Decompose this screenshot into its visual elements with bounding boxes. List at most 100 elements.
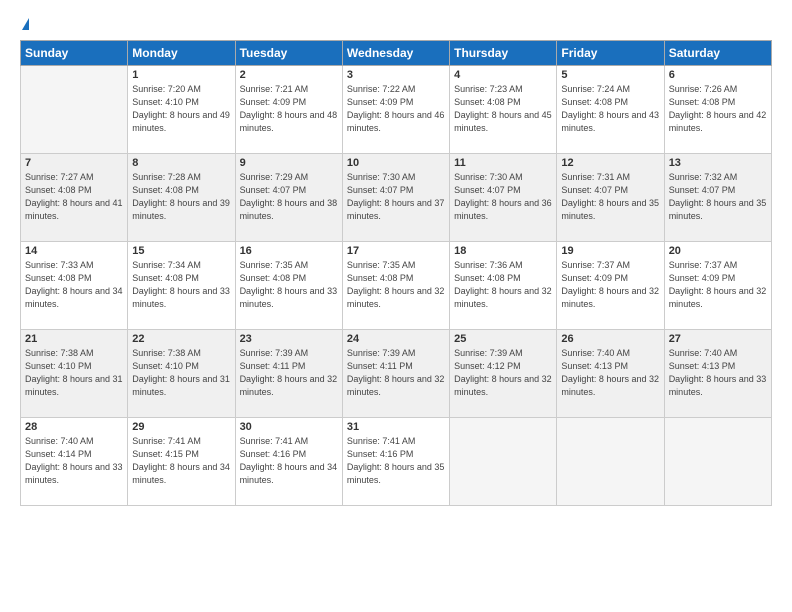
day-info: Sunrise: 7:40 AMSunset: 4:13 PMDaylight:… [669, 347, 767, 399]
logo-triangle-icon [22, 18, 29, 30]
page: SundayMondayTuesdayWednesdayThursdayFrid… [0, 0, 792, 612]
day-info: Sunrise: 7:41 AMSunset: 4:16 PMDaylight:… [347, 435, 445, 487]
weekday-header-wednesday: Wednesday [342, 41, 449, 66]
day-number: 5 [561, 69, 659, 81]
day-number: 2 [240, 69, 338, 81]
day-info: Sunrise: 7:37 AMSunset: 4:09 PMDaylight:… [561, 259, 659, 311]
day-number: 11 [454, 157, 552, 169]
day-number: 7 [25, 157, 123, 169]
calendar-day-cell: 8 Sunrise: 7:28 AMSunset: 4:08 PMDaylight… [128, 154, 235, 242]
day-number: 27 [669, 333, 767, 345]
calendar-day-cell: 23 Sunrise: 7:39 AMSunset: 4:11 PMDayligh… [235, 330, 342, 418]
calendar-day-cell [450, 418, 557, 506]
day-info: Sunrise: 7:26 AMSunset: 4:08 PMDaylight:… [669, 83, 767, 135]
calendar-day-cell: 17Sunrise: 7:35 AMSunset: 4:08 PMDayligh… [342, 242, 449, 330]
calendar-week-row: 21 Sunrise: 7:38 AMSunset: 4:10 PMDayligh… [21, 330, 772, 418]
calendar-day-cell: 24Sunrise: 7:39 AMSunset: 4:11 PMDayligh… [342, 330, 449, 418]
day-info: Sunrise: 7:39 AMSunset: 4:11 PMDaylight:… [240, 347, 338, 399]
day-info: Sunrise: 7:32 AMSunset: 4:07 PMDaylight:… [669, 171, 767, 223]
day-number: 21 [25, 333, 123, 345]
calendar-week-row: 14Sunrise: 7:33 AMSunset: 4:08 PMDayligh… [21, 242, 772, 330]
day-number: 23 [240, 333, 338, 345]
calendar-week-row: 1 Sunrise: 7:20 AMSunset: 4:10 PMDaylight… [21, 66, 772, 154]
calendar-day-cell: 26Sunrise: 7:40 AMSunset: 4:13 PMDayligh… [557, 330, 664, 418]
header [20, 18, 772, 30]
calendar-day-cell: 14Sunrise: 7:33 AMSunset: 4:08 PMDayligh… [21, 242, 128, 330]
day-number: 24 [347, 333, 445, 345]
calendar-day-cell: 27 Sunrise: 7:40 AMSunset: 4:13 PMDayligh… [664, 330, 771, 418]
day-info: Sunrise: 7:41 AMSunset: 4:15 PMDaylight:… [132, 435, 230, 487]
day-info: Sunrise: 7:29 AMSunset: 4:07 PMDaylight:… [240, 171, 338, 223]
day-info: Sunrise: 7:41 AMSunset: 4:16 PMDaylight:… [240, 435, 338, 487]
calendar-day-cell [21, 66, 128, 154]
weekday-header-tuesday: Tuesday [235, 41, 342, 66]
day-info: Sunrise: 7:35 AMSunset: 4:08 PMDaylight:… [347, 259, 445, 311]
calendar-day-cell: 10Sunrise: 7:30 AMSunset: 4:07 PMDayligh… [342, 154, 449, 242]
day-number: 20 [669, 245, 767, 257]
day-number: 19 [561, 245, 659, 257]
calendar-day-cell: 11 Sunrise: 7:30 AMSunset: 4:07 PMDayligh… [450, 154, 557, 242]
day-info: Sunrise: 7:21 AMSunset: 4:09 PMDaylight:… [240, 83, 338, 135]
day-number: 25 [454, 333, 552, 345]
day-info: Sunrise: 7:36 AMSunset: 4:08 PMDaylight:… [454, 259, 552, 311]
day-number: 3 [347, 69, 445, 81]
weekday-header-sunday: Sunday [21, 41, 128, 66]
day-number: 8 [132, 157, 230, 169]
day-number: 12 [561, 157, 659, 169]
day-info: Sunrise: 7:38 AMSunset: 4:10 PMDaylight:… [132, 347, 230, 399]
calendar-day-cell: 22 Sunrise: 7:38 AMSunset: 4:10 PMDayligh… [128, 330, 235, 418]
day-number: 22 [132, 333, 230, 345]
day-info: Sunrise: 7:20 AMSunset: 4:10 PMDaylight:… [132, 83, 230, 135]
weekday-header-row: SundayMondayTuesdayWednesdayThursdayFrid… [21, 41, 772, 66]
day-info: Sunrise: 7:38 AMSunset: 4:10 PMDaylight:… [25, 347, 123, 399]
day-number: 28 [25, 421, 123, 433]
day-info: Sunrise: 7:39 AMSunset: 4:12 PMDaylight:… [454, 347, 552, 399]
calendar-day-cell: 29 Sunrise: 7:41 AMSunset: 4:15 PMDayligh… [128, 418, 235, 506]
calendar-week-row: 7 Sunrise: 7:27 AMSunset: 4:08 PMDaylight… [21, 154, 772, 242]
day-info: Sunrise: 7:35 AMSunset: 4:08 PMDaylight:… [240, 259, 338, 311]
day-info: Sunrise: 7:30 AMSunset: 4:07 PMDaylight:… [347, 171, 445, 223]
day-number: 13 [669, 157, 767, 169]
calendar-day-cell: 2 Sunrise: 7:21 AMSunset: 4:09 PMDaylight… [235, 66, 342, 154]
calendar-day-cell: 28 Sunrise: 7:40 AMSunset: 4:14 PMDayligh… [21, 418, 128, 506]
day-number: 31 [347, 421, 445, 433]
day-number: 4 [454, 69, 552, 81]
day-number: 14 [25, 245, 123, 257]
day-number: 29 [132, 421, 230, 433]
calendar-day-cell: 19 Sunrise: 7:37 AMSunset: 4:09 PMDayligh… [557, 242, 664, 330]
day-info: Sunrise: 7:40 AMSunset: 4:14 PMDaylight:… [25, 435, 123, 487]
calendar-day-cell: 4Sunrise: 7:23 AMSunset: 4:08 PMDaylight… [450, 66, 557, 154]
day-number: 26 [561, 333, 659, 345]
calendar-day-cell: 25 Sunrise: 7:39 AMSunset: 4:12 PMDayligh… [450, 330, 557, 418]
calendar-day-cell: 9 Sunrise: 7:29 AMSunset: 4:07 PMDaylight… [235, 154, 342, 242]
day-info: Sunrise: 7:34 AMSunset: 4:08 PMDaylight:… [132, 259, 230, 311]
day-number: 18 [454, 245, 552, 257]
day-info: Sunrise: 7:24 AMSunset: 4:08 PMDaylight:… [561, 83, 659, 135]
calendar-day-cell: 13 Sunrise: 7:32 AMSunset: 4:07 PMDayligh… [664, 154, 771, 242]
day-number: 15 [132, 245, 230, 257]
day-number: 16 [240, 245, 338, 257]
calendar-day-cell: 15 Sunrise: 7:34 AMSunset: 4:08 PMDayligh… [128, 242, 235, 330]
day-info: Sunrise: 7:31 AMSunset: 4:07 PMDaylight:… [561, 171, 659, 223]
weekday-header-monday: Monday [128, 41, 235, 66]
day-info: Sunrise: 7:28 AMSunset: 4:08 PMDaylight:… [132, 171, 230, 223]
calendar-day-cell: 6 Sunrise: 7:26 AMSunset: 4:08 PMDaylight… [664, 66, 771, 154]
day-number: 9 [240, 157, 338, 169]
weekday-header-saturday: Saturday [664, 41, 771, 66]
calendar-day-cell: 12 Sunrise: 7:31 AMSunset: 4:07 PMDayligh… [557, 154, 664, 242]
day-info: Sunrise: 7:27 AMSunset: 4:08 PMDaylight:… [25, 171, 123, 223]
calendar-day-cell: 30 Sunrise: 7:41 AMSunset: 4:16 PMDayligh… [235, 418, 342, 506]
calendar-week-row: 28 Sunrise: 7:40 AMSunset: 4:14 PMDayligh… [21, 418, 772, 506]
calendar-day-cell: 5 Sunrise: 7:24 AMSunset: 4:08 PMDaylight… [557, 66, 664, 154]
calendar-day-cell: 31 Sunrise: 7:41 AMSunset: 4:16 PMDayligh… [342, 418, 449, 506]
day-number: 30 [240, 421, 338, 433]
day-info: Sunrise: 7:30 AMSunset: 4:07 PMDaylight:… [454, 171, 552, 223]
calendar-day-cell: 7 Sunrise: 7:27 AMSunset: 4:08 PMDaylight… [21, 154, 128, 242]
weekday-header-thursday: Thursday [450, 41, 557, 66]
calendar-day-cell: 20 Sunrise: 7:37 AMSunset: 4:09 PMDayligh… [664, 242, 771, 330]
calendar-day-cell: 1 Sunrise: 7:20 AMSunset: 4:10 PMDaylight… [128, 66, 235, 154]
calendar-day-cell: 16 Sunrise: 7:35 AMSunset: 4:08 PMDayligh… [235, 242, 342, 330]
day-number: 6 [669, 69, 767, 81]
day-number: 1 [132, 69, 230, 81]
day-info: Sunrise: 7:37 AMSunset: 4:09 PMDaylight:… [669, 259, 767, 311]
